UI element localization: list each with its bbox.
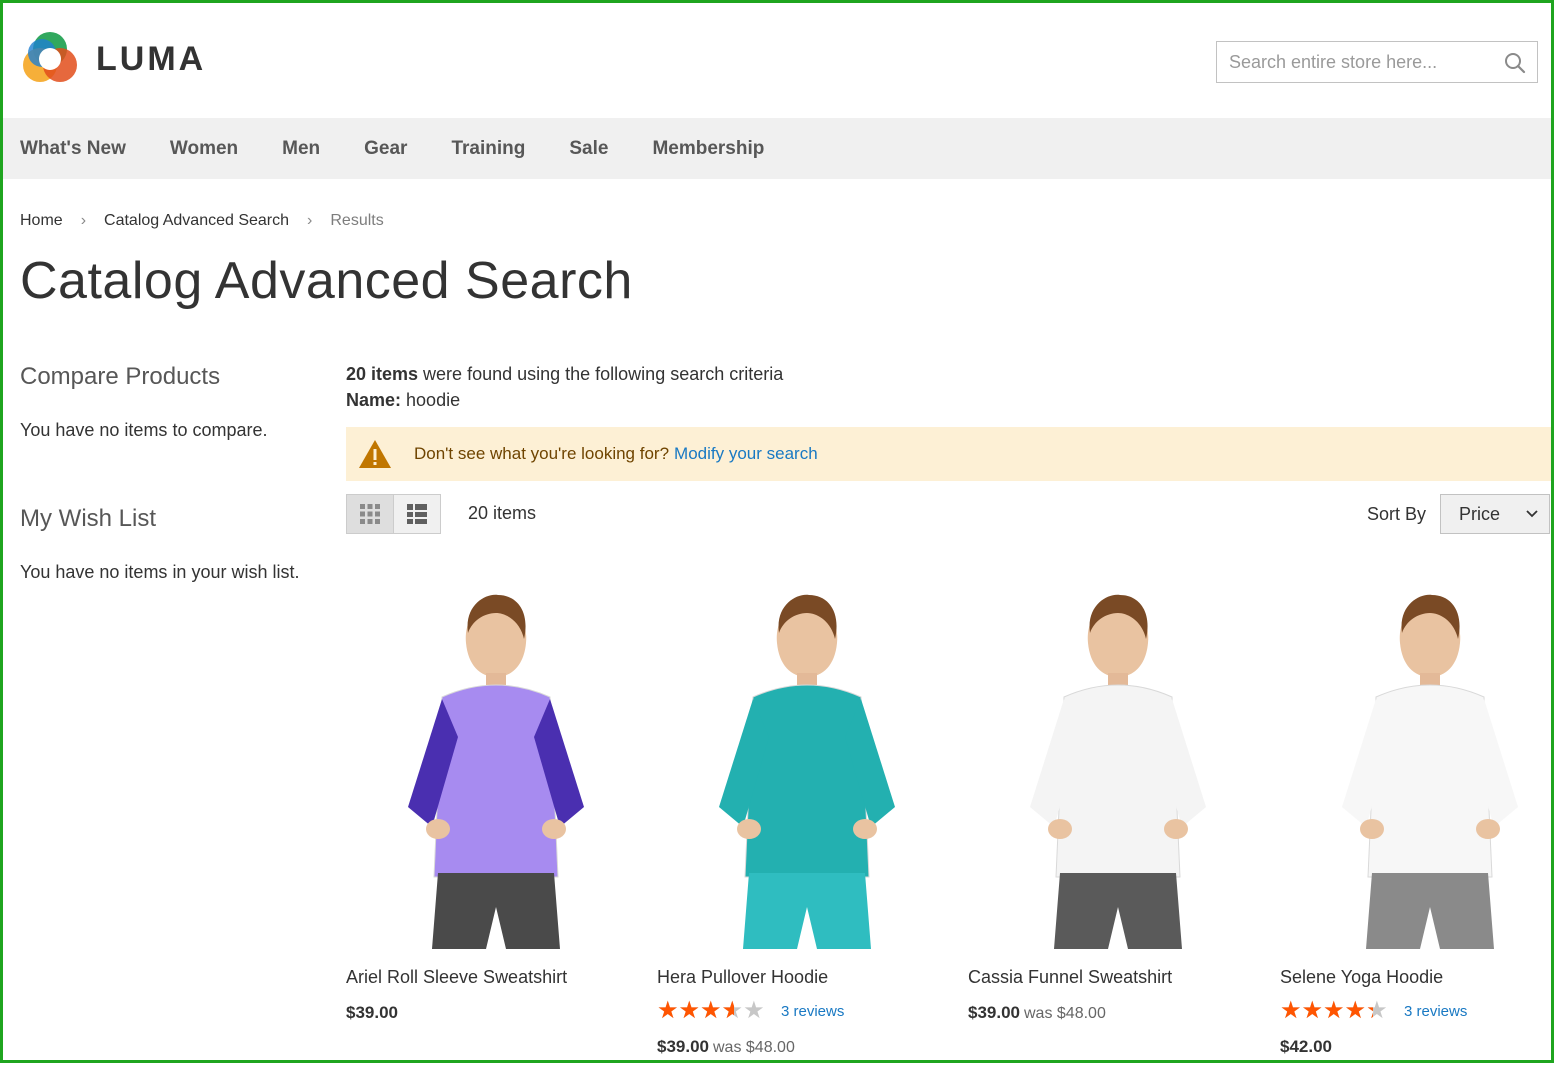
nav-item-training[interactable]: Training — [451, 138, 525, 160]
price-value: $39.00 — [346, 1003, 398, 1022]
model-photo-illustration — [719, 594, 895, 949]
nav-item-men[interactable]: Men — [282, 138, 320, 160]
product-name[interactable]: Cassia Funnel Sweatshirt — [968, 967, 1268, 988]
sort-by-value: Price — [1459, 503, 1501, 524]
chevron-down-icon — [1526, 510, 1538, 518]
search-summary: 20 items were found using the following … — [346, 361, 1551, 413]
reviews-link[interactable]: 3 reviews — [1404, 1003, 1467, 1020]
compare-products-block: Compare Products You have no items to co… — [20, 363, 310, 443]
search-input[interactable] — [1217, 42, 1487, 82]
product-price: $39.00 was $48.00 — [657, 1037, 957, 1057]
product-name[interactable]: Ariel Roll Sleeve Sweatshirt — [346, 967, 646, 988]
rating-stars-fill: ★★★★★ — [657, 1000, 734, 1022]
list-view-button[interactable] — [393, 494, 441, 534]
nav-item-sale[interactable]: Sale — [569, 138, 608, 160]
old-price: was $48.00 — [1024, 1005, 1106, 1022]
wishlist-empty: You have no items in your wish list. — [20, 562, 300, 582]
product-rating: ★★★★★ ★★★★★ 3 reviews — [657, 1000, 957, 1022]
product-price: $39.00 — [346, 1003, 646, 1023]
product-price: $42.00 — [1280, 1037, 1551, 1057]
breadcrumb: Home › Catalog Advanced Search › Results — [20, 212, 384, 230]
luma-logo-icon — [23, 32, 77, 82]
nav-item-women[interactable]: Women — [170, 138, 238, 160]
browser-viewport: LUMA What's New Women Men Gear Training … — [0, 0, 1554, 1063]
main-navigation: What's New Women Men Gear Training Sale … — [3, 118, 1551, 179]
rating-stars: ★★★★★ ★★★★★ — [657, 1000, 773, 1022]
sort-by-select[interactable]: Price — [1440, 494, 1551, 534]
store-logo[interactable]: LUMA — [20, 29, 206, 89]
breadcrumb-home[interactable]: Home — [20, 212, 63, 230]
modify-search-link[interactable]: Modify your search — [674, 444, 818, 463]
product-rating: ★★★★★ ★★★★★ 3 reviews — [1280, 1000, 1551, 1022]
product-item: Ariel Roll Sleeve Sweatshirt $39.00 — [346, 577, 646, 1023]
nav-item-membership[interactable]: Membership — [652, 138, 764, 160]
reviews-link[interactable]: 3 reviews — [781, 1003, 844, 1020]
list-icon — [407, 504, 427, 524]
product-image[interactable] — [346, 577, 646, 952]
grid-view-button[interactable] — [346, 494, 394, 534]
criteria-value: hoodie — [401, 390, 461, 410]
sort-by-label: Sort By — [1367, 503, 1427, 524]
product-image[interactable] — [657, 577, 957, 952]
result-count: 20 items — [346, 364, 419, 384]
toolbar-amount: 20 items — [468, 503, 537, 523]
product-image[interactable] — [1280, 577, 1551, 952]
breadcrumb-results: Results — [330, 212, 384, 229]
wishlist-block: My Wish List You have no items in your w… — [20, 505, 310, 585]
search-results-main: 20 items were found using the following … — [346, 361, 1551, 536]
nav-item-gear[interactable]: Gear — [364, 138, 407, 160]
search-box — [1216, 41, 1538, 83]
cart-icon[interactable] — [1553, 49, 1554, 73]
brand-name: LUMA — [96, 39, 207, 78]
breadcrumb-separator: › — [80, 212, 87, 229]
rating-stars: ★★★★★ ★★★★★ — [1280, 1000, 1396, 1022]
products-toolbar: 20 items Sort By Price — [346, 494, 1551, 536]
wishlist-title: My Wish List — [20, 505, 157, 532]
grid-icon — [360, 504, 380, 524]
search-icon[interactable] — [1503, 51, 1527, 75]
model-photo-illustration — [408, 594, 584, 949]
model-photo-illustration — [1030, 594, 1206, 949]
sidebar: Compare Products You have no items to co… — [20, 363, 310, 585]
product-price: $39.00 was $48.00 — [968, 1003, 1268, 1023]
product-image[interactable] — [968, 577, 1268, 952]
warning-icon — [359, 440, 391, 468]
price-value: $39.00 — [657, 1037, 709, 1056]
product-name[interactable]: Selene Yoga Hoodie — [1280, 967, 1551, 988]
criteria-label: Name: — [346, 390, 402, 410]
product-item: Hera Pullover Hoodie ★★★★★ ★★★★★ 3 revie… — [657, 577, 957, 1057]
rating-stars-fill: ★★★★★ — [1280, 1000, 1373, 1022]
product-item: Selene Yoga Hoodie ★★★★★ ★★★★★ 3 reviews… — [1280, 577, 1551, 1057]
product-item: Cassia Funnel Sweatshirt $39.00 was $48.0… — [968, 577, 1268, 1023]
result-count-text: were found using the following search cr… — [418, 364, 784, 384]
old-price: was $48.00 — [713, 1039, 795, 1056]
price-value: $42.00 — [1280, 1037, 1332, 1056]
sorter: Sort By Price — [1367, 494, 1551, 534]
site-header: LUMA — [3, 3, 1551, 118]
compare-products-title: Compare Products — [20, 363, 221, 390]
breadcrumb-separator: › — [307, 212, 313, 229]
breadcrumb-advanced-search[interactable]: Catalog Advanced Search — [104, 212, 289, 230]
compare-products-empty: You have no items to compare. — [20, 420, 268, 440]
search-notice: Don't see what you're looking for? Modify… — [346, 427, 1551, 481]
notice-message: Don't see what you're looking for? — [414, 444, 670, 463]
price-value: $39.00 — [968, 1003, 1020, 1022]
product-grid: Ariel Roll Sleeve Sweatshirt $39.00 Hera… — [346, 577, 1551, 1060]
notice-text: Don't see what you're looking for? Modify… — [414, 444, 818, 464]
page-title: Catalog Advanced Search — [20, 252, 633, 310]
model-photo-illustration — [1342, 594, 1518, 949]
product-name[interactable]: Hera Pullover Hoodie — [657, 967, 957, 988]
nav-item-whats-new[interactable]: What's New — [20, 138, 126, 160]
